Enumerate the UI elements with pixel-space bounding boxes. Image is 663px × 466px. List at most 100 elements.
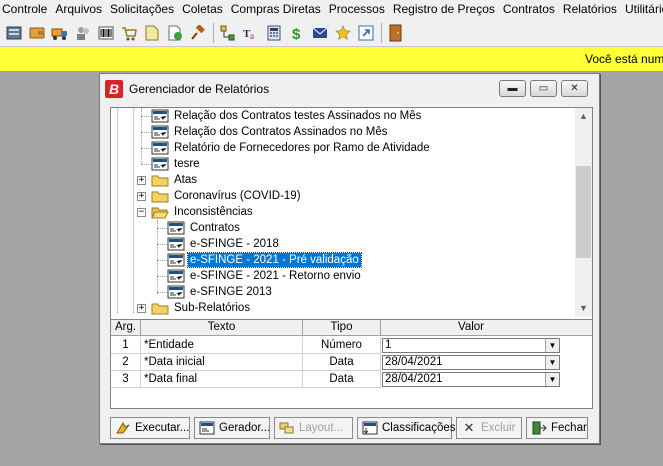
tree-connector	[141, 132, 151, 133]
fechar-label: Fechar	[551, 422, 587, 434]
menu-coletas[interactable]: Coletas	[178, 0, 227, 19]
chevron-down-icon[interactable]: ▼	[545, 373, 559, 386]
cell-arg: 1	[111, 337, 141, 354]
calculator-icon[interactable]	[264, 23, 284, 43]
cell-texto: *Data inicial	[141, 354, 303, 371]
scrollbar-thumb[interactable]	[576, 166, 591, 258]
maximize-button[interactable]: ▭	[530, 80, 557, 97]
scroll-up-icon[interactable]: ▲	[575, 108, 592, 125]
cell-texto: *Data final	[141, 371, 303, 388]
expand-coronavirus-button[interactable]: +	[137, 192, 146, 201]
tree-item-report[interactable]: Relatório de Fornecedores por Ramo de At…	[151, 140, 432, 156]
scroll-down-icon[interactable]: ▼	[575, 300, 592, 317]
tree-item-label: Relação dos Contratos Assinados no Mês	[174, 126, 388, 138]
tree-connector	[157, 220, 158, 294]
tree-folder-coronavirus[interactable]: Coronavírus (COVID-19)	[151, 188, 303, 204]
tree-item-label: e-SFINGE - 2021 - Pré validação	[187, 252, 362, 268]
expand-atas-button[interactable]: +	[137, 176, 146, 185]
minimize-button[interactable]: ▬	[499, 80, 526, 97]
barcode-icon[interactable]	[96, 23, 116, 43]
tree-item-report[interactable]: tesre	[151, 156, 202, 172]
layout-button[interactable]: Layout...	[274, 417, 353, 439]
tree-item-label: Atas	[174, 174, 198, 186]
maximize-icon: ▭	[538, 83, 549, 94]
report-icon	[151, 141, 169, 155]
chevron-down-icon[interactable]: ▼	[545, 356, 559, 369]
menu-registro-de-precos[interactable]: Registro de Preços	[389, 0, 499, 19]
flowchart-icon[interactable]	[218, 23, 238, 43]
shortcut-icon[interactable]	[356, 23, 376, 43]
truck-icon[interactable]	[50, 23, 70, 43]
tree-connector	[157, 260, 167, 261]
classificacoes-label: Classificações	[382, 422, 456, 434]
col-texto: Texto	[141, 320, 303, 336]
valor-combo[interactable]: 1 ▼	[382, 338, 560, 353]
cell-tipo: Número	[303, 337, 381, 354]
minimize-icon: ▬	[507, 83, 518, 94]
chevron-down-icon[interactable]: ▼	[545, 339, 559, 352]
document-icon[interactable]	[142, 23, 162, 43]
star-icon[interactable]	[333, 23, 353, 43]
cell-arg: 3	[111, 371, 141, 388]
report-icon	[167, 221, 185, 235]
tree-item-label: e-SFINGE 2013	[190, 286, 272, 298]
tree-item-report[interactable]: Relação dos Contratos Assinados no Mês	[151, 124, 390, 140]
sort-icon	[362, 421, 378, 435]
menu-solicitacoes[interactable]: Solicitações	[106, 0, 178, 19]
tree-item-label: tesre	[174, 158, 200, 170]
dollar-icon[interactable]: $	[287, 23, 307, 43]
classificacoes-button[interactable]: Classificações	[357, 417, 456, 439]
cell-tipo: Data	[303, 371, 381, 388]
valor-combo[interactable]: 28/04/2021 ▼	[382, 372, 560, 387]
report-generator-icon	[199, 421, 215, 435]
menu-contratos[interactable]: Contratos	[499, 0, 559, 19]
menu-relatorios[interactable]: Relatórios	[559, 0, 621, 19]
folder-icon	[151, 303, 169, 315]
tree-connector	[157, 276, 167, 277]
tree-folder-inconsistencias[interactable]: Inconsistências	[151, 204, 255, 220]
dialog-titlebar[interactable]: B Gerenciador de Relatórios ▬ ▭ ✕	[100, 74, 599, 103]
expand-sub-relatorios-button[interactable]: +	[137, 304, 146, 313]
menu-arquivos[interactable]: Arquivos	[51, 0, 106, 19]
close-button[interactable]: ✕	[561, 80, 588, 97]
tree-item-label: Sub-Relatórios	[174, 302, 251, 314]
menu-utilitarios[interactable]: Utilitários	[621, 0, 663, 19]
tree-item-label: e-SFINGE - 2021 - Retorno envio	[190, 270, 361, 282]
tree-item-report[interactable]: Relação dos Contratos testes Assinados n…	[151, 108, 423, 124]
menu-compras-diretas[interactable]: Compras Diretas	[227, 0, 325, 19]
executar-button[interactable]: Executar...	[110, 417, 190, 439]
users-icon[interactable]	[73, 23, 93, 43]
tree-folder-sub-relatorios[interactable]: Sub-Relatórios	[151, 300, 252, 316]
parameters-grid[interactable]: Arg. Texto Tipo Valor 1 *Entidade Número…	[110, 319, 593, 409]
valor-combo[interactable]: 28/04/2021 ▼	[382, 355, 560, 370]
menu-processos[interactable]: Processos	[325, 0, 389, 19]
tree-item-label: Relação dos Contratos testes Assinados n…	[174, 110, 422, 122]
gerador-label: Gerador...	[219, 422, 271, 434]
wallet-icon[interactable]	[27, 23, 47, 43]
cell-tipo: Data	[303, 354, 381, 371]
tree-item-report[interactable]: e-SFINGE 2013	[167, 284, 274, 300]
gerador-button[interactable]: Gerador...	[194, 417, 270, 439]
table-row: 3 *Data final Data 28/04/2021 ▼	[111, 371, 592, 388]
cell-arg: 2	[111, 354, 141, 371]
text-format-icon[interactable]: Ta	[241, 23, 261, 43]
tree-item-report[interactable]: e-SFINGE - 2018	[167, 236, 281, 252]
db-connect-icon[interactable]	[4, 23, 24, 43]
mail-icon[interactable]	[310, 23, 330, 43]
exit-door-icon[interactable]	[386, 23, 406, 43]
cart-icon[interactable]	[119, 23, 139, 43]
document-check-icon[interactable]	[165, 23, 185, 43]
menu-controle[interactable]: Controle	[0, 0, 51, 19]
excluir-button[interactable]: ✕ Excluir	[456, 417, 522, 439]
tree-folder-atas[interactable]: Atas	[151, 172, 199, 188]
tree-item-report[interactable]: e-SFINGE - 2021 - Retorno envio	[167, 268, 363, 284]
toolbar-separator	[381, 22, 382, 43]
tree-item-report[interactable]: Contratos	[167, 220, 242, 236]
tree-scrollbar[interactable]: ▲ ▼	[575, 108, 592, 317]
gavel-icon[interactable]	[188, 23, 208, 43]
collapse-inconsistencias-button[interactable]: −	[137, 208, 146, 217]
tree-item-report-selected[interactable]: e-SFINGE - 2021 - Pré validação	[167, 252, 362, 268]
fechar-button[interactable]: Fechar	[526, 417, 588, 439]
tree-connector	[141, 164, 151, 165]
report-icon	[167, 269, 185, 283]
